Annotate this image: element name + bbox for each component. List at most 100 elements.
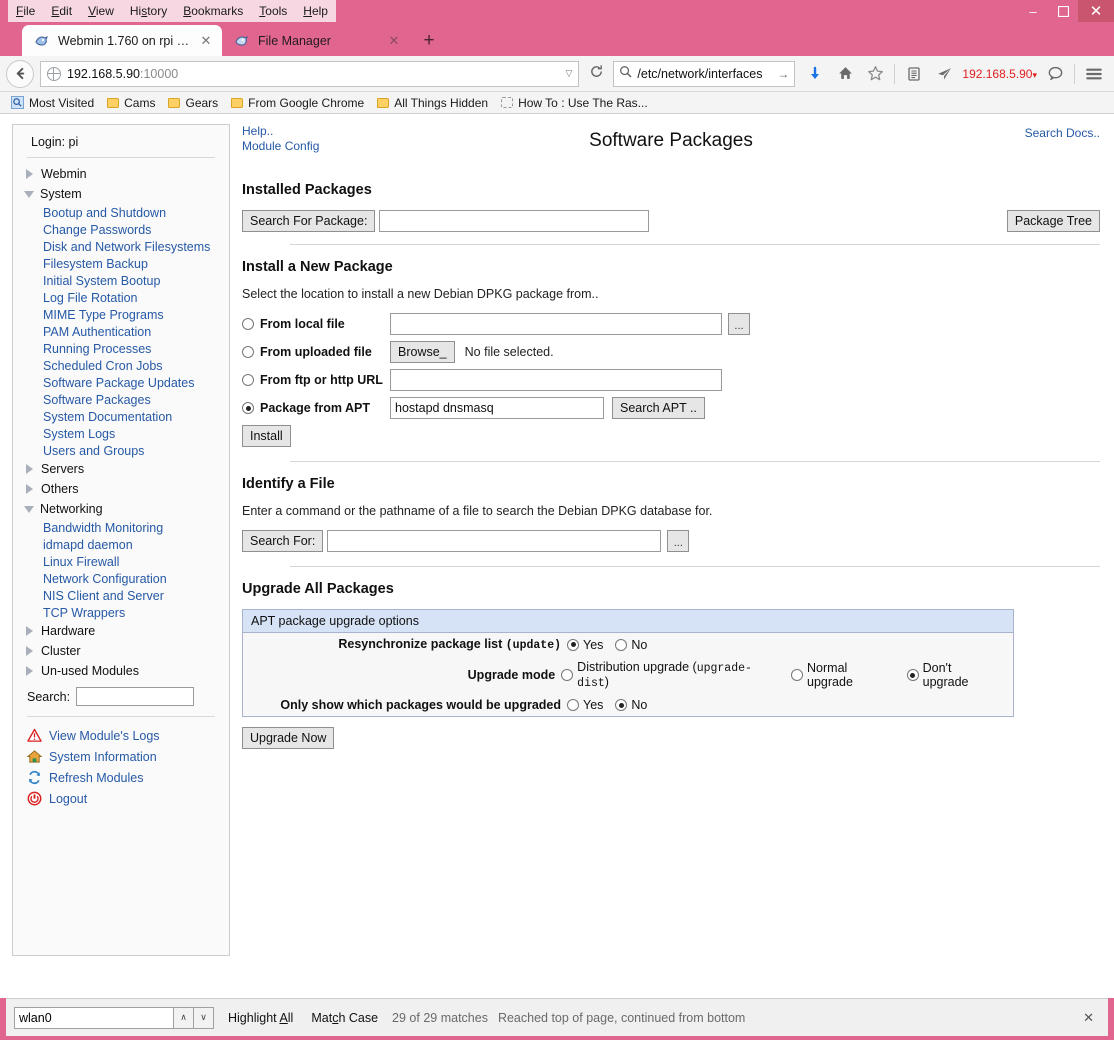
find-close-icon[interactable]: ✕ [1083, 1010, 1100, 1026]
search-for-package-input[interactable] [379, 210, 650, 232]
bookmark-how-to[interactable]: How To : Use The Ras... [496, 96, 653, 110]
sidebar-category-webmin[interactable]: Webmin [13, 164, 229, 184]
sidebar-category-networking[interactable]: Networking [13, 499, 229, 519]
sidebar-item-nis-client-and-server[interactable]: NIS Client and Server [13, 587, 229, 604]
sidebar-category-cluster[interactable]: Cluster [13, 641, 229, 661]
find-previous-button[interactable]: ∧ [174, 1006, 194, 1029]
local-file-browse-button[interactable]: ... [728, 313, 750, 335]
search-apt-button[interactable]: Search APT .. [612, 397, 705, 419]
radio-from-ftp-or-http-url[interactable] [242, 374, 254, 386]
hamburger-menu-icon[interactable] [1080, 60, 1108, 88]
radio-package-from-apt[interactable] [242, 402, 254, 414]
module-config-link[interactable]: Module Config [242, 139, 319, 154]
sidebar-item-scheduled-cron-jobs[interactable]: Scheduled Cron Jobs [13, 357, 229, 374]
upgrade-now-button[interactable]: Upgrade Now [242, 727, 335, 749]
ip-menu-label[interactable]: 192.168.5.90▾ [960, 67, 1039, 81]
search-docs-link[interactable]: Search Docs.. [1025, 126, 1100, 140]
find-next-button[interactable]: ∨ [194, 1006, 214, 1029]
close-window-button[interactable]: ✕ [1078, 0, 1114, 22]
sidebar-item-system-logs[interactable]: System Logs [13, 425, 229, 442]
bookmark-cams[interactable]: Cams [102, 96, 160, 110]
sidebar-item-software-packages[interactable]: Software Packages [13, 391, 229, 408]
reader-icon[interactable] [900, 60, 928, 88]
menu-edit[interactable]: Edit [43, 0, 81, 22]
chevron-right-icon[interactable] [26, 464, 35, 474]
radio-normal-upgrade[interactable] [791, 669, 804, 681]
back-button[interactable] [6, 59, 34, 88]
sidebar-item-change-passwords[interactable]: Change Passwords [13, 221, 229, 238]
radio-from-local-file[interactable] [242, 318, 254, 330]
find-input[interactable] [14, 1006, 174, 1029]
send-icon[interactable] [930, 60, 958, 88]
menu-history[interactable]: History [121, 0, 176, 22]
sidebar-item-software-package-updates[interactable]: Software Package Updates [13, 374, 229, 391]
local-file-path-input[interactable] [390, 313, 722, 335]
menu-bookmarks[interactable]: Bookmarks [175, 0, 252, 22]
menu-file[interactable]: File [8, 0, 44, 22]
sidebar-item-bootup-and-shutdown[interactable]: Bootup and Shutdown [13, 204, 229, 221]
package-tree-button[interactable]: Package Tree [1006, 210, 1100, 232]
sidebar-category-un-used-modules[interactable]: Un-used Modules [13, 661, 229, 681]
sidebar-item-idmapd-daemon[interactable]: idmapd daemon [13, 536, 229, 553]
tab-close-icon[interactable]: ✕ [200, 34, 212, 47]
tab-close-icon[interactable]: ✕ [388, 34, 400, 47]
home-icon[interactable] [831, 60, 859, 88]
maximize-button[interactable] [1048, 0, 1078, 22]
new-tab-button[interactable]: + [414, 26, 444, 56]
radio-from-uploaded-file[interactable] [242, 346, 254, 358]
sidebar-item-filesystem-backup[interactable]: Filesystem Backup [13, 255, 229, 272]
menu-view[interactable]: View [80, 0, 122, 22]
sidebar-item-running-processes[interactable]: Running Processes [13, 340, 229, 357]
install-option-uploaded-file[interactable]: From uploaded file Browse_ No file selec… [242, 341, 1100, 363]
radio-resync-no[interactable] [615, 638, 628, 651]
search-bar[interactable]: /etc/network/interfaces → [613, 60, 796, 87]
url-input[interactable] [390, 369, 722, 391]
sidebar-category-servers[interactable]: Servers [13, 459, 229, 479]
tab-file-manager[interactable]: File Manager ✕ [222, 25, 410, 56]
chevron-right-icon[interactable] [26, 646, 35, 656]
sidebar-item-mime-type-programs[interactable]: MIME Type Programs [13, 306, 229, 323]
radio-resync-yes[interactable] [567, 638, 579, 651]
install-button[interactable]: Install [242, 425, 291, 447]
tab-webmin[interactable]: Webmin 1.760 on rpi (Debi... ✕ [22, 25, 222, 56]
sidebar-item-network-configuration[interactable]: Network Configuration [13, 570, 229, 587]
install-option-local-file[interactable]: From local file ... [242, 313, 1100, 335]
sidebar-item-disk-and-network-filesystems[interactable]: Disk and Network Filesystems [13, 238, 229, 255]
sidebar-category-hardware[interactable]: Hardware [13, 621, 229, 641]
bookmark-gears[interactable]: Gears [163, 96, 223, 110]
sidebar-item-log-file-rotation[interactable]: Log File Rotation [13, 289, 229, 306]
chevron-down-icon[interactable] [24, 505, 34, 513]
sidebar-item-linux-firewall[interactable]: Linux Firewall [13, 553, 229, 570]
highlight-all-button[interactable]: Highlight All [224, 1011, 297, 1025]
install-option-apt[interactable]: Package from APT Search APT .. [242, 397, 1100, 419]
match-case-button[interactable]: Match Case [307, 1011, 382, 1025]
chevron-right-icon[interactable] [26, 666, 35, 676]
search-go-icon[interactable]: → [777, 67, 789, 81]
help-link[interactable]: Help.. [242, 124, 319, 139]
star-icon[interactable] [861, 60, 889, 88]
radio-distribution-upgrade[interactable] [561, 669, 574, 681]
sidebar-item-initial-system-bootup[interactable]: Initial System Bootup [13, 272, 229, 289]
chevron-down-icon[interactable] [24, 190, 34, 198]
chevron-down-icon[interactable]: ▽ [565, 68, 572, 79]
search-for-package-button[interactable]: Search For Package: [242, 210, 376, 232]
bookmark-from-google-chrome[interactable]: From Google Chrome [226, 96, 369, 110]
sidebar-category-others[interactable]: Others [13, 479, 229, 499]
sidebar-action-refresh-modules[interactable]: Refresh Modules [13, 767, 229, 788]
sidebar-item-tcp-wrappers[interactable]: TCP Wrappers [13, 604, 229, 621]
radio-only-show-yes[interactable] [567, 699, 579, 711]
sidebar-category-system[interactable]: System [13, 184, 229, 204]
sidebar-search-input[interactable] [76, 687, 195, 706]
sidebar-item-system-documentation[interactable]: System Documentation [13, 408, 229, 425]
apt-package-input[interactable] [390, 397, 604, 419]
address-bar[interactable]: 192.168.5.90:10000 ▽ [40, 60, 580, 87]
chat-icon[interactable] [1041, 60, 1069, 88]
chevron-right-icon[interactable] [26, 626, 35, 636]
identify-search-for-button[interactable]: Search For: [242, 530, 324, 552]
menu-help[interactable]: Help [295, 0, 336, 22]
bookmark-most-visited[interactable]: Most Visited [6, 96, 99, 110]
identify-search-input[interactable] [327, 530, 662, 552]
sidebar-action-logout[interactable]: Logout [13, 788, 229, 809]
sidebar-item-pam-authentication[interactable]: PAM Authentication [13, 323, 229, 340]
download-icon[interactable] [801, 60, 829, 88]
